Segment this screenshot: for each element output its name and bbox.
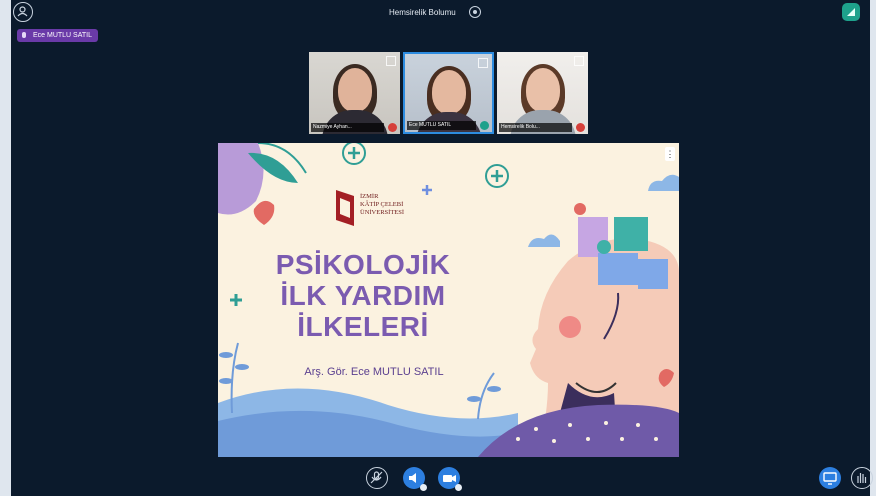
- fullscreen-icon[interactable]: [386, 56, 396, 66]
- video-button[interactable]: [438, 467, 462, 491]
- audio-settings-icon[interactable]: [420, 484, 427, 491]
- participant-face: [431, 70, 466, 114]
- mic-on-icon: [480, 121, 489, 130]
- talking-indicator: Ece MUTLU SATIL: [17, 29, 98, 42]
- university-name-line: KÂTİP ÇELEBİ: [360, 201, 404, 208]
- recording-indicator-icon[interactable]: [469, 6, 481, 18]
- video-settings-icon[interactable]: [455, 484, 462, 491]
- raise-hand-button[interactable]: [851, 467, 873, 489]
- presentation-options-button[interactable]: ⋮: [665, 147, 675, 161]
- microphone-icon: [22, 32, 26, 38]
- screen-share-icon: [823, 472, 837, 485]
- video-tile[interactable]: Nazmiye Ayhan...: [309, 52, 400, 134]
- mute-toggle-button[interactable]: [366, 467, 388, 489]
- screen-share-button[interactable]: [819, 467, 841, 489]
- talker-name: Ece MUTLU SATIL: [33, 32, 92, 39]
- participant-face: [337, 68, 372, 112]
- participant-name: Ece MUTLU SATIL: [407, 121, 476, 130]
- university-name-line: ÜNİVERSİTESİ: [360, 209, 405, 216]
- video-tile[interactable]: Ece MUTLU SATIL: [403, 52, 494, 134]
- meeting-stage: Hemsirelik Bolumu Ece MUTLU SATIL Nazmiy…: [11, 0, 873, 496]
- action-bar: [11, 460, 873, 496]
- user-list-toggle-icon[interactable]: [13, 2, 33, 22]
- muted-mic-icon: [370, 471, 383, 484]
- top-bar: Hemsirelik Bolumu: [11, 0, 870, 26]
- audio-button[interactable]: [403, 467, 427, 491]
- university-name-line: İZMİR: [360, 193, 379, 200]
- fullscreen-icon[interactable]: [478, 58, 488, 68]
- participant-name: Nazmiye Ayhan...: [311, 123, 384, 132]
- meeting-title: Hemsirelik Bolumu: [389, 8, 456, 17]
- fullscreen-icon[interactable]: [574, 56, 584, 66]
- presentation-slide: İZMİR KÂTİP ÇELEBİ ÜNİVERSİTESİ PSİKOLOJ…: [218, 143, 679, 457]
- window-frame-right: [870, 0, 876, 496]
- video-tile[interactable]: Hemsirelik Bolu...: [497, 52, 588, 134]
- university-name: İZMİR KÂTİP ÇELEBİ ÜNİVERSİTESİ: [360, 193, 404, 217]
- participant-name: Hemsirelik Bolu...: [499, 123, 572, 132]
- hand-icon: [857, 473, 867, 483]
- university-logo: [334, 188, 356, 228]
- slide-title-line: İLK YARDIM: [280, 280, 446, 311]
- participant-face: [525, 68, 560, 112]
- window-frame-left: [0, 0, 11, 496]
- slide-author: Arş. Gör. Ece MUTLU SATIL: [304, 366, 444, 378]
- muted-mic-icon: [388, 123, 397, 132]
- slide-title-line: İLKELERİ: [297, 311, 429, 342]
- slide-title: PSİKOLOJİK İLK YARDIM İLKELERİ: [258, 249, 468, 342]
- muted-mic-icon: [576, 123, 585, 132]
- slide-title-line: PSİKOLOJİK: [275, 249, 451, 280]
- connection-status-icon[interactable]: [842, 3, 860, 21]
